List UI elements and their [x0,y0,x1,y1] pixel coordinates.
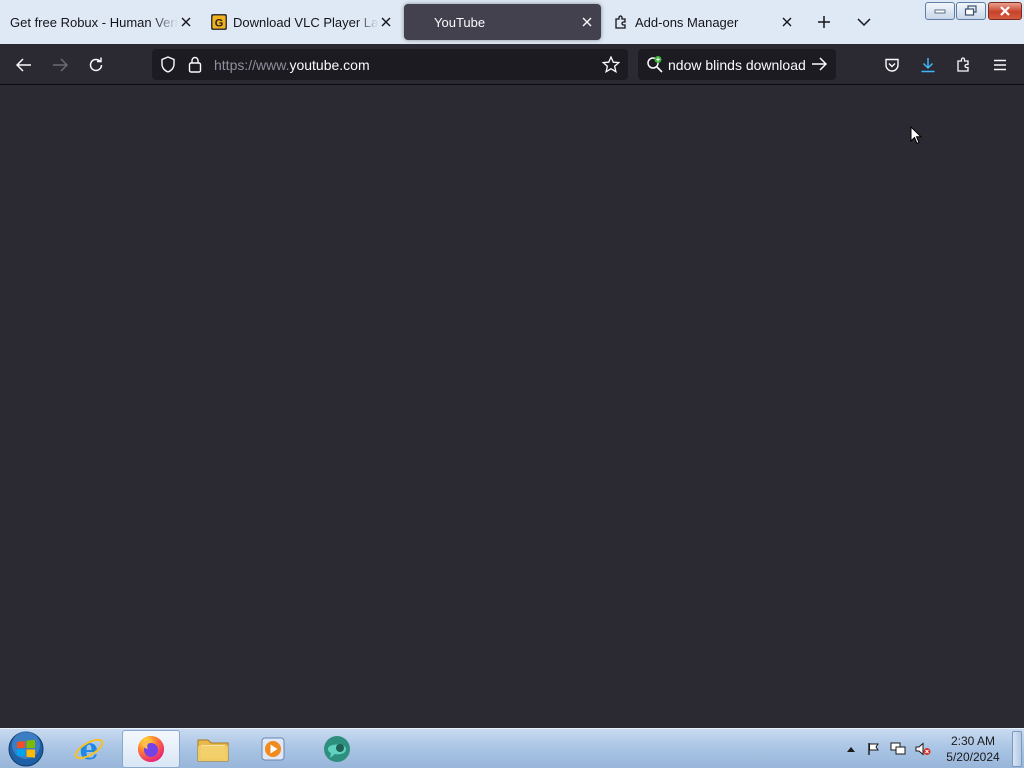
restore-button[interactable] [956,2,986,20]
pocket-button[interactable] [879,52,905,78]
show-desktop-button[interactable] [1012,731,1022,767]
forward-button[interactable] [47,52,73,78]
firefox-icon [138,736,164,762]
media-player-icon [261,737,285,761]
reload-button[interactable] [83,52,109,78]
url-text[interactable]: https://www.youtube.com [214,57,370,73]
g-logo-icon: G [211,14,227,30]
list-all-tabs-button[interactable] [852,10,876,34]
url-prefix: https://www. [214,56,290,73]
search-go-icon[interactable] [811,57,828,76]
windows-logo-icon [8,731,44,767]
close-tab-icon[interactable] [779,14,795,30]
action-center-flag-icon[interactable] [866,741,882,757]
chat-bubble-icon [324,736,350,762]
folder-icon [197,739,229,762]
search-icon [646,56,664,79]
taskbar-app[interactable] [308,730,366,768]
arrow-left-icon [16,58,31,72]
tab-label: Download VLC Player Latest [233,14,378,30]
extensions-button[interactable] [951,52,977,78]
tab-addons[interactable]: Add-ons Manager [607,4,801,40]
mouse-cursor-icon [910,125,923,150]
search-input[interactable]: ndow blinds download [668,57,806,73]
new-tab-button[interactable] [812,10,836,34]
puzzle-icon [957,57,969,72]
volume-muted-icon[interactable] [915,741,931,757]
navigation-toolbar: https://www.youtube.com ndow blinds down… [0,44,1024,85]
url-domain: youtube.com [289,56,370,73]
downloads-button[interactable] [915,52,941,78]
reload-icon [89,57,103,72]
start-button[interactable] [6,730,46,768]
puzzle-icon [613,14,629,30]
app-menu-button[interactable] [987,52,1013,78]
search-bar[interactable]: ndow blinds download [638,49,836,80]
show-hidden-icons-icon[interactable] [843,741,859,757]
taskbar-clock[interactable]: 2:30 AM 5/20/2024 [940,733,1006,765]
close-tab-icon[interactable] [579,14,595,30]
network-icon[interactable] [890,741,906,757]
lock-icon[interactable] [188,56,202,78]
download-icon [921,58,935,73]
svg-text:G: G [215,18,224,30]
tab-label: Add-ons Manager [635,14,739,30]
close-window-button[interactable] [988,2,1022,20]
close-tab-icon[interactable] [378,14,394,30]
taskbar-internet-explorer[interactable]: e [60,730,118,768]
svg-text:e: e [79,733,98,765]
tab-youtube[interactable]: YouTube [404,4,601,40]
tab-vlc[interactable]: G Download VLC Player Latest [206,4,400,40]
back-button[interactable] [11,52,37,78]
internet-explorer-icon: e [74,733,104,765]
arrow-right-icon [53,58,68,72]
clock-time: 2:30 AM [950,734,996,748]
tab-label: YouTube [434,14,486,30]
tab-robux[interactable]: Get free Robux - Human Verification [4,4,200,40]
minimize-button[interactable] [925,2,955,20]
windows-taskbar: e 2:30 AM 5/20/2024 [0,728,1024,768]
tab-label: Get free Robux - Human Verification [10,14,178,30]
url-bar[interactable]: https://www.youtube.com [152,49,628,80]
close-tab-icon[interactable] [178,14,194,30]
taskbar-media-player[interactable] [244,730,302,768]
page-content[interactable] [0,85,1024,728]
clock-date: 5/20/2024 [946,750,1000,764]
shield-icon[interactable] [160,56,176,78]
taskbar-file-explorer[interactable] [184,730,242,768]
tab-strip: Get free Robux - Human Verification G Do… [0,0,1024,44]
taskbar-firefox[interactable] [122,730,180,768]
bookmark-star-icon[interactable] [601,55,621,78]
pocket-icon [885,58,899,72]
hamburger-menu-icon [994,59,1006,71]
